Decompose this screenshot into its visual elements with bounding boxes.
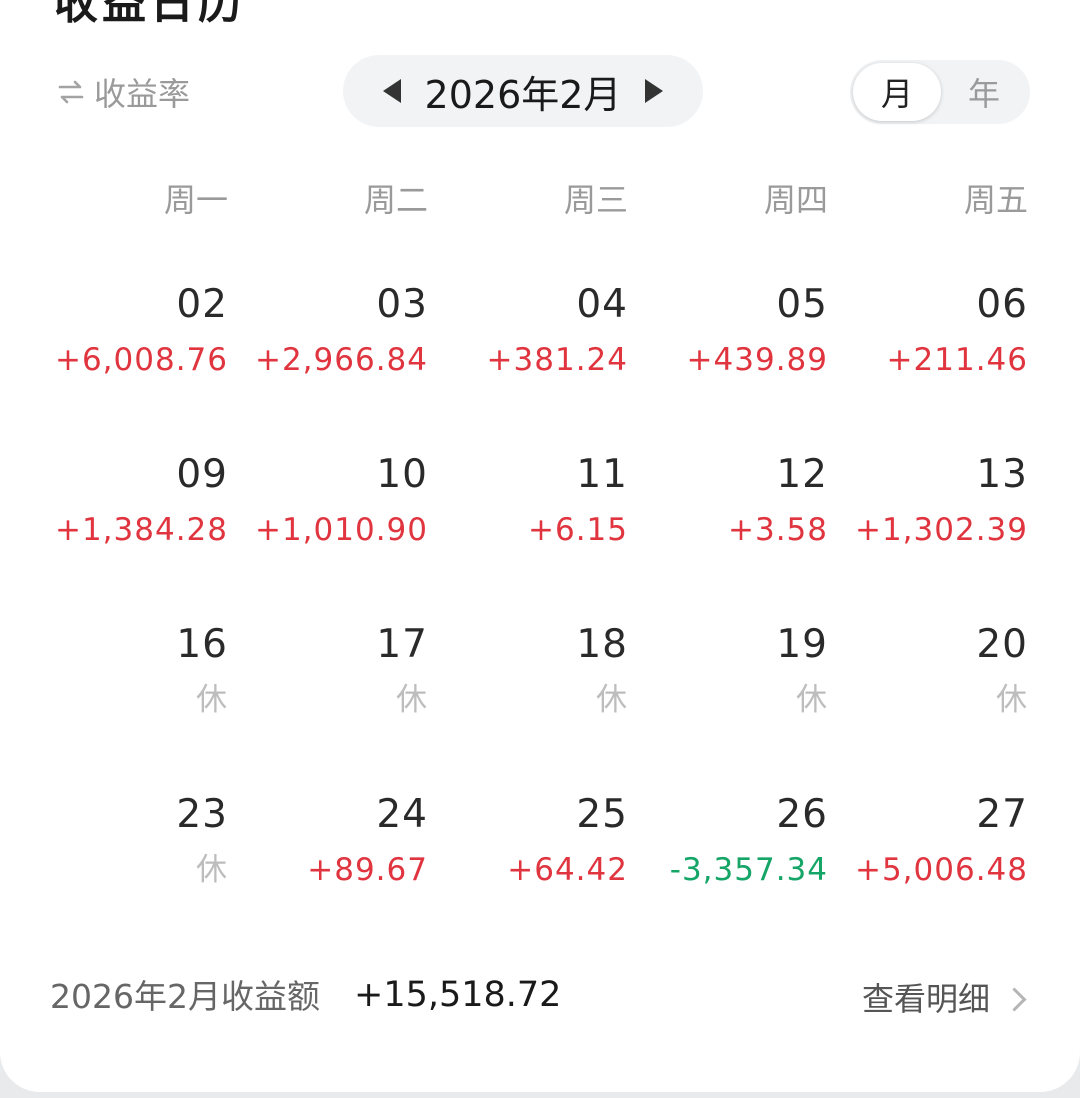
chevron-right-icon — [1002, 986, 1027, 1012]
weekday-header: 周一 周二 周三 周四 周五 — [28, 175, 1028, 225]
weekday-wed: 周三 — [563, 181, 628, 219]
calendar-day-cell[interactable]: 05 +439.89 — [628, 280, 828, 410]
month-picker: 2026年2月 — [343, 55, 703, 127]
day-number: 18 — [576, 622, 628, 667]
triangle-left-icon[interactable] — [382, 79, 401, 103]
daily-profit-value: +439.89 — [686, 342, 828, 378]
view-details-label: 查看明细 — [862, 980, 991, 1018]
day-number: 05 — [776, 282, 828, 327]
calendar-day-cell[interactable]: 10 +1,010.90 — [228, 450, 428, 580]
day-number: 24 — [376, 792, 428, 837]
day-number: 20 — [976, 622, 1028, 667]
swap-arrows-icon — [56, 77, 86, 107]
day-number: 17 — [376, 622, 428, 667]
rest-day-label: 休 — [596, 682, 628, 718]
weekday-thu: 周四 — [763, 181, 828, 219]
calendar-day-cell[interactable]: 16 休 — [28, 620, 228, 750]
month-label[interactable]: 2026年2月 — [425, 64, 622, 119]
daily-profit-value: +1,010.90 — [254, 512, 428, 548]
day-number: 12 — [776, 452, 828, 497]
triangle-right-icon[interactable] — [645, 79, 664, 103]
day-number: 25 — [576, 792, 628, 837]
daily-profit-value: +381.24 — [486, 342, 628, 378]
day-number: 02 — [176, 282, 228, 327]
daily-profit-value: +3.58 — [728, 512, 828, 548]
profit-calendar-card: 收益日历 收益率 2026年2月 月 年 周一 周二 周三 周四 周五 02 +6… — [0, 0, 1080, 1092]
daily-profit-value: +89.67 — [307, 852, 428, 888]
rest-day-label: 休 — [796, 682, 828, 718]
view-details-link[interactable]: 查看明细 — [862, 974, 1027, 1024]
day-number: 16 — [176, 622, 228, 667]
rate-toggle-label: 收益率 — [94, 75, 191, 113]
day-number: 06 — [976, 282, 1028, 327]
day-number: 26 — [776, 792, 828, 837]
daily-profit-value: +211.46 — [886, 342, 1028, 378]
segment-month[interactable]: 月 — [853, 63, 941, 121]
day-number: 27 — [976, 792, 1028, 837]
rate-toggle[interactable]: 收益率 — [56, 68, 190, 116]
period-segmented-control: 月 年 — [850, 60, 1030, 124]
calendar-day-cell[interactable]: 20 休 — [828, 620, 1028, 750]
day-number: 19 — [776, 622, 828, 667]
rest-day-label: 休 — [996, 682, 1028, 718]
daily-profit-value: +1,302.39 — [854, 512, 1028, 548]
segment-year[interactable]: 年 — [940, 63, 1028, 121]
calendar-day-cell[interactable]: 23 休 — [28, 790, 228, 920]
calendar-day-cell[interactable]: 26 -3,357.34 — [628, 790, 828, 920]
daily-profit-value: +2,966.84 — [254, 342, 428, 378]
calendar-day-cell[interactable]: 11 +6.15 — [428, 450, 628, 580]
weekday-mon: 周一 — [163, 181, 228, 219]
day-number: 03 — [376, 282, 428, 327]
calendar-day-cell[interactable]: 04 +381.24 — [428, 280, 628, 410]
summary-value: +15,518.72 — [354, 975, 562, 1015]
calendar-day-cell[interactable]: 12 +3.58 — [628, 450, 828, 580]
summary-label: 2026年2月收益额 — [50, 977, 320, 1016]
daily-profit-value: +5,006.48 — [854, 852, 1028, 888]
daily-profit-value: +64.42 — [507, 852, 628, 888]
calendar-day-cell[interactable]: 19 休 — [628, 620, 828, 750]
day-number: 11 — [576, 452, 628, 497]
calendar-day-cell[interactable]: 27 +5,006.48 — [828, 790, 1028, 920]
day-number: 10 — [376, 452, 428, 497]
day-number: 09 — [176, 452, 228, 497]
weekday-fri: 周五 — [963, 181, 1028, 219]
day-number: 23 — [176, 792, 228, 837]
daily-profit-value: -3,357.34 — [669, 852, 828, 888]
calendar-day-cell[interactable]: 02 +6,008.76 — [28, 280, 228, 410]
rest-day-label: 休 — [396, 682, 428, 718]
calendar-day-cell[interactable]: 18 休 — [428, 620, 628, 750]
calendar-day-cell[interactable]: 25 +64.42 — [428, 790, 628, 920]
weekday-tue: 周二 — [363, 181, 428, 219]
day-number: 04 — [576, 282, 628, 327]
card-title: 收益日历 — [54, 0, 246, 29]
rest-day-label: 休 — [196, 682, 228, 718]
calendar-day-cell[interactable]: 09 +1,384.28 — [28, 450, 228, 580]
daily-profit-value: +1,384.28 — [54, 512, 228, 548]
calendar-day-cell[interactable]: 24 +89.67 — [228, 790, 428, 920]
calendar-day-cell[interactable]: 13 +1,302.39 — [828, 450, 1028, 580]
daily-profit-value: +6,008.76 — [54, 342, 228, 378]
calendar-day-cell[interactable]: 17 休 — [228, 620, 428, 750]
calendar-day-cell[interactable]: 06 +211.46 — [828, 280, 1028, 410]
day-number: 13 — [976, 452, 1028, 497]
rest-day-label: 休 — [196, 852, 228, 888]
calendar-day-cell[interactable]: 03 +2,966.84 — [228, 280, 428, 410]
daily-profit-value: +6.15 — [528, 512, 628, 548]
